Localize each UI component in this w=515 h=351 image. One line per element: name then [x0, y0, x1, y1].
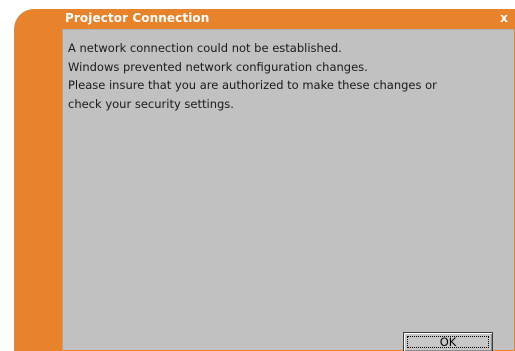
dialog-title: Projector Connection [65, 11, 210, 25]
ok-button-label: OK [407, 335, 489, 349]
projector-connection-dialog: Projector Connection x A network connect… [14, 9, 515, 351]
title-bar[interactable]: Projector Connection x [14, 9, 515, 29]
message-line: Windows prevented network configuration … [68, 59, 368, 74]
message-panel: A network connection could not be establ… [62, 29, 514, 351]
close-icon[interactable]: x [496, 10, 512, 26]
message-line: Please insure that you are authorized to… [68, 78, 437, 92]
message-text: A network connection could not be establ… [68, 39, 437, 113]
message-line: check your security settings. [68, 96, 234, 111]
message-line: A network connection could not be establ… [68, 41, 342, 55]
ok-button[interactable]: OK [403, 332, 493, 351]
